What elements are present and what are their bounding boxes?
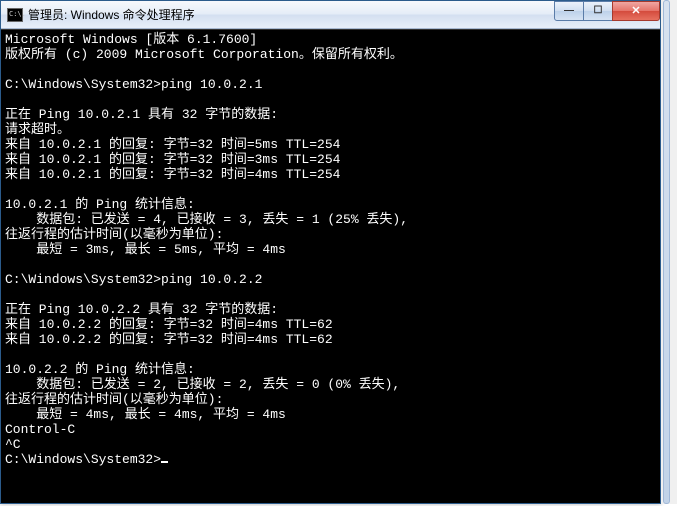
terminal-line: 来自 10.0.2.2 的回复: 字节=32 时间=4ms TTL=62: [5, 317, 333, 332]
maximize-button[interactable]: ☐: [583, 1, 613, 21]
command-prompt-window: C:\. 管理员: Windows 命令处理程序 — ☐ ✕ Microsoft…: [0, 0, 661, 504]
terminal-line: 来自 10.0.2.1 的回复: 字节=32 时间=3ms TTL=254: [5, 152, 340, 167]
cursor: [161, 461, 168, 463]
terminal-line: 往返行程的估计时间(以毫秒为单位):: [5, 392, 223, 407]
terminal-line: C:\Windows\System32>ping 10.0.2.2: [5, 272, 262, 287]
terminal-line: 版权所有 (c) 2009 Microsoft Corporation。保留所有…: [5, 47, 403, 62]
app-icon-text: C:\.: [9, 11, 26, 18]
terminal-line: 10.0.2.2 的 Ping 统计信息:: [5, 362, 195, 377]
close-button[interactable]: ✕: [612, 1, 660, 21]
terminal-line: C:\Windows\System32>ping 10.0.2.1: [5, 77, 262, 92]
window-title: 管理员: Windows 命令处理程序: [28, 6, 555, 23]
minimize-button[interactable]: —: [554, 1, 584, 21]
minimize-icon: —: [564, 5, 574, 16]
close-icon: ✕: [631, 4, 640, 17]
terminal-line: 请求超时。: [5, 122, 70, 137]
terminal-line: C:\Windows\System32>: [5, 452, 161, 467]
window-controls: — ☐ ✕: [555, 1, 660, 21]
terminal-line: 数据包: 已发送 = 4, 已接收 = 3, 丢失 = 1 (25% 丢失),: [5, 212, 408, 227]
scrollbar-thumb[interactable]: [663, 0, 670, 504]
terminal-line: 正在 Ping 10.0.2.1 具有 32 字节的数据:: [5, 107, 278, 122]
terminal-line: 正在 Ping 10.0.2.2 具有 32 字节的数据:: [5, 302, 278, 317]
app-icon: C:\.: [7, 8, 23, 22]
terminal-line: 来自 10.0.2.2 的回复: 字节=32 时间=4ms TTL=62: [5, 332, 333, 347]
terminal-line: Control-C: [5, 422, 75, 437]
titlebar[interactable]: C:\. 管理员: Windows 命令处理程序 — ☐ ✕: [1, 1, 660, 29]
outer-scrollbar[interactable]: [661, 0, 677, 504]
terminal-line: 数据包: 已发送 = 2, 已接收 = 2, 丢失 = 0 (0% 丢失),: [5, 377, 400, 392]
terminal-line: 10.0.2.1 的 Ping 统计信息:: [5, 197, 195, 212]
terminal-line: 来自 10.0.2.1 的回复: 字节=32 时间=5ms TTL=254: [5, 137, 340, 152]
terminal-line: 来自 10.0.2.1 的回复: 字节=32 时间=4ms TTL=254: [5, 167, 340, 182]
terminal-line: Microsoft Windows [版本 6.1.7600]: [5, 32, 257, 47]
terminal-line: 最短 = 3ms, 最长 = 5ms, 平均 = 4ms: [5, 242, 286, 257]
terminal-output[interactable]: Microsoft Windows [版本 6.1.7600] 版权所有 (c)…: [1, 29, 660, 503]
terminal-line: 最短 = 4ms, 最长 = 4ms, 平均 = 4ms: [5, 407, 286, 422]
terminal-line: ^C: [5, 437, 21, 452]
terminal-line: 往返行程的估计时间(以毫秒为单位):: [5, 227, 223, 242]
maximize-icon: ☐: [594, 5, 603, 16]
